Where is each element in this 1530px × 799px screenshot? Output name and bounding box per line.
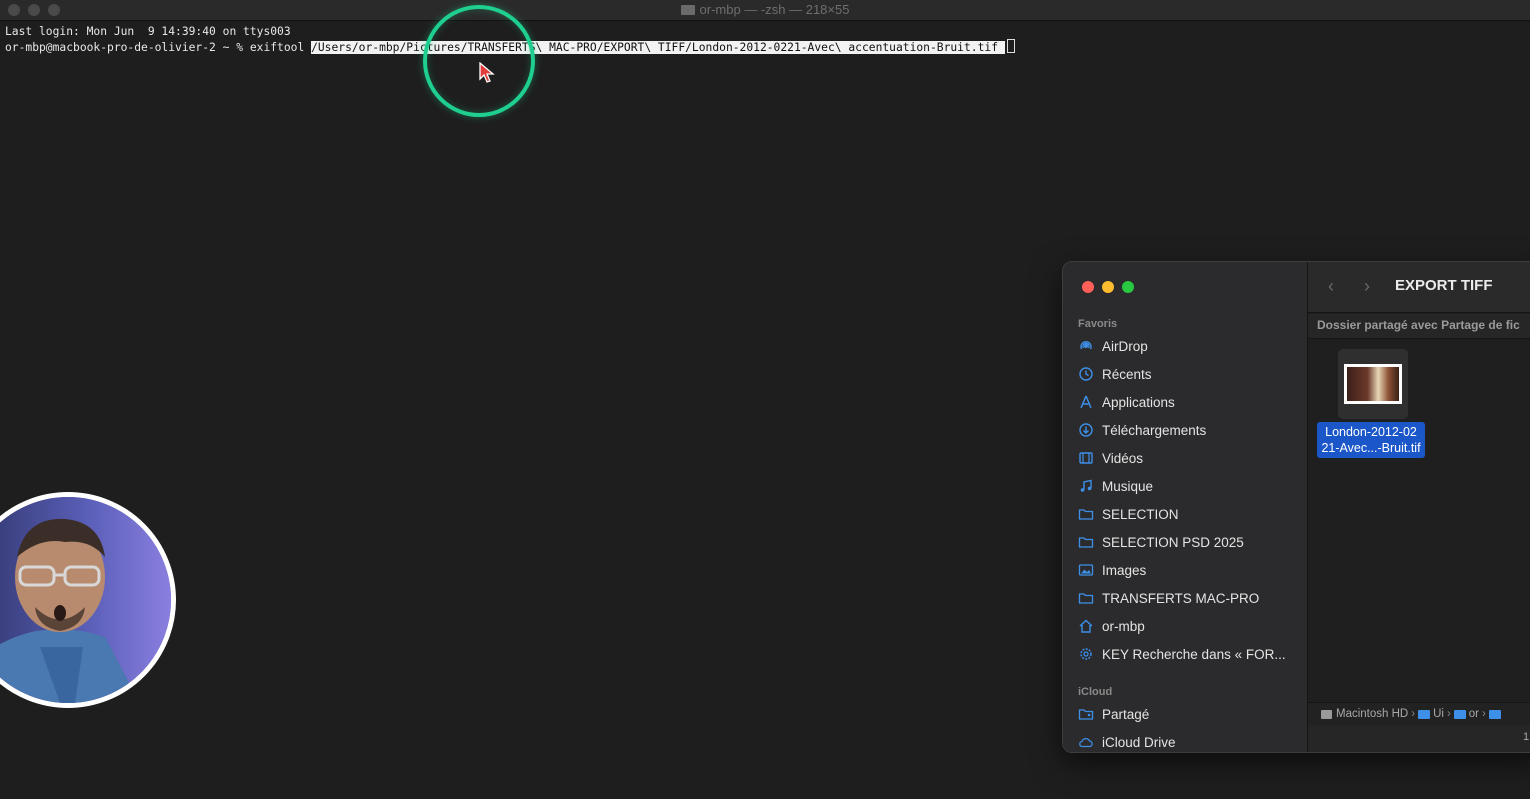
photo-icon: [1078, 562, 1094, 578]
sidebar-item-home[interactable]: or-mbp: [1078, 614, 1298, 638]
sidebar-item-label: KEY Recherche dans « FOR...: [1102, 646, 1286, 662]
terminal-title-text: or-mbp — -zsh — 218×55: [699, 2, 850, 17]
sidebar-item-label: iCloud Drive: [1102, 734, 1176, 750]
terminal-title: or-mbp — -zsh — 218×55: [0, 2, 1530, 17]
sidebar-item-label: Téléchargements: [1102, 422, 1207, 438]
folder-icon: [1078, 506, 1094, 522]
sidebar-item-label: Applications: [1102, 394, 1175, 410]
item-count: 1: [1523, 731, 1530, 743]
path-bar: Macintosh HD › Ui › or ›: [1308, 702, 1530, 725]
airdrop-icon: [1078, 338, 1094, 354]
sidebar-item-selection-psd-2025[interactable]: SELECTION PSD 2025: [1078, 530, 1298, 554]
shared-folder-text: Dossier partagé avec Partage de fic: [1317, 318, 1520, 332]
folder-title: EXPORT TIFF: [1395, 277, 1493, 294]
sidebar-item-images[interactable]: Images: [1078, 558, 1298, 582]
sidebar-item-selection[interactable]: SELECTION: [1078, 502, 1298, 526]
folder-icon: [680, 5, 695, 15]
last-login-line: Last login: Mon Jun 9 14:39:40 on ttys00…: [5, 25, 291, 38]
terminal-titlebar: or-mbp — -zsh — 218×55: [0, 0, 1530, 21]
sidebar-item-applications[interactable]: Applications: [1078, 390, 1298, 414]
folder-icon: [1418, 709, 1431, 719]
sidebar-item-label: AirDrop: [1102, 338, 1148, 354]
favorites-section-label: Favoris: [1078, 318, 1118, 330]
sidebar-item-label: or-mbp: [1102, 618, 1145, 634]
shared-folder-icon: [1078, 706, 1094, 722]
film-icon: [1078, 450, 1094, 466]
path-disk[interactable]: Macintosh HD: [1336, 708, 1408, 720]
presenter-portrait-icon: [0, 497, 171, 703]
selected-file-path[interactable]: /Users/or-mbp/Pictures/TRANSFERTS\ MAC-P…: [311, 41, 1005, 54]
sidebar-item-icloud-drive[interactable]: iCloud Drive: [1078, 730, 1298, 752]
close-button[interactable]: [1082, 281, 1094, 293]
sidebar-item-transferts-mac-pro[interactable]: TRANSFERTS MAC-PRO: [1078, 586, 1298, 610]
sidebar-item-airdrop[interactable]: AirDrop: [1078, 334, 1298, 358]
file-thumbnail[interactable]: [1338, 349, 1408, 419]
hard-drive-icon: [1321, 709, 1332, 719]
sidebar-item-label: SELECTION: [1102, 506, 1179, 522]
sidebar-item-shared[interactable]: Partagé: [1078, 702, 1298, 726]
folder-icon: [1488, 709, 1501, 719]
clock-icon: [1078, 366, 1094, 382]
music-icon: [1078, 478, 1094, 494]
home-icon: [1078, 618, 1094, 634]
sidebar-item-recents[interactable]: Récents: [1078, 362, 1298, 386]
path-segment-users[interactable]: Ui: [1433, 708, 1444, 720]
text-cursor: [1006, 39, 1015, 53]
finder-window[interactable]: Favoris AirDrop Récents Applications Tél…: [1062, 261, 1530, 753]
sidebar-item-smart-search[interactable]: KEY Recherche dans « FOR...: [1078, 642, 1298, 666]
minimize-button[interactable]: [1102, 281, 1114, 293]
folder-icon: [1078, 534, 1094, 550]
file-name-line2: 21-Avec...-Bruit.tif: [1321, 441, 1421, 455]
shell-prompt: or-mbp@macbook-pro-de-olivier-2 ~ % exif…: [5, 41, 312, 54]
icloud-section-label: iCloud: [1078, 686, 1113, 698]
shared-folder-banner: Dossier partagé avec Partage de fic: [1308, 314, 1530, 339]
download-icon: [1078, 422, 1094, 438]
finder-toolbar: ‹ › EXPORT TIFF: [1308, 262, 1530, 313]
cloud-icon: [1078, 734, 1094, 750]
chevron-right-icon: ›: [1411, 708, 1416, 720]
zoom-button[interactable]: [1122, 281, 1134, 293]
click-highlight-ring: [423, 5, 535, 117]
chevron-right-icon: ›: [1482, 708, 1486, 720]
sidebar-item-label: SELECTION PSD 2025: [1102, 534, 1244, 550]
applications-icon: [1078, 394, 1094, 410]
file-name-line1: London-2012-02: [1325, 425, 1417, 439]
file-name-label[interactable]: London-2012-02 21-Avec...-Bruit.tif: [1317, 422, 1425, 458]
sidebar-item-label: Vidéos: [1102, 450, 1144, 466]
sidebar-item-downloads[interactable]: Téléchargements: [1078, 418, 1298, 442]
chevron-right-icon: ›: [1446, 708, 1451, 720]
forward-arrow-icon[interactable]: ›: [1364, 276, 1370, 297]
sidebar-item-label: Images: [1102, 562, 1147, 578]
folder-icon: [1078, 590, 1094, 606]
finder-content: ‹ › EXPORT TIFF Dossier partagé avec Par…: [1308, 262, 1530, 752]
sidebar-item-music[interactable]: Musique: [1078, 474, 1298, 498]
back-arrow-icon[interactable]: ‹: [1328, 276, 1334, 297]
path-segment-user[interactable]: or: [1469, 708, 1479, 720]
status-bar: 1: [1308, 725, 1530, 752]
sidebar-item-label: Musique: [1102, 478, 1154, 494]
sidebar-item-label: Partagé: [1102, 706, 1150, 722]
mouse-pointer-icon: [479, 62, 495, 83]
gear-icon: [1078, 646, 1094, 662]
sidebar-item-videos[interactable]: Vidéos: [1078, 446, 1298, 470]
sidebar-item-label: TRANSFERTS MAC-PRO: [1102, 590, 1260, 606]
finder-sidebar: Favoris AirDrop Récents Applications Tél…: [1063, 262, 1308, 752]
tiff-image-icon: [1344, 364, 1402, 404]
sidebar-item-label: Récents: [1102, 366, 1152, 382]
folder-icon: [1453, 709, 1466, 719]
